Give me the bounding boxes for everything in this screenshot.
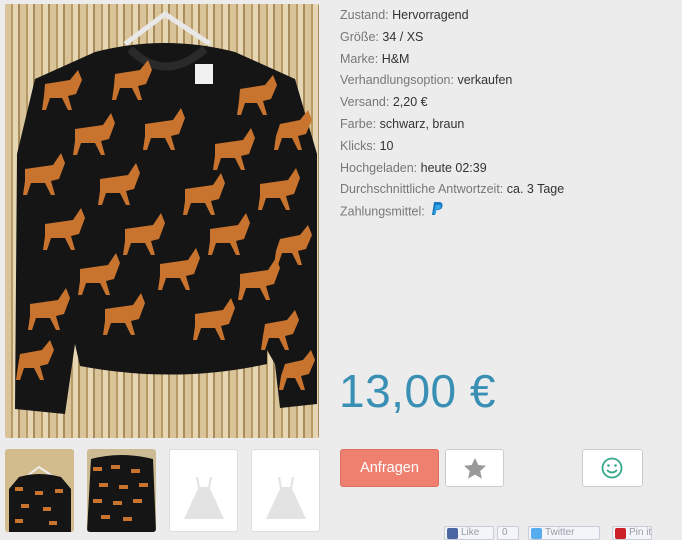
detail-value: 10 [379,138,394,153]
detail-brand: Marke: H&M [340,49,670,71]
detail-value: H&M [381,51,410,66]
thumbnail-placeholder-2[interactable] [251,449,320,532]
detail-response-time: Durchschnittliche Antwortzeit: ca. 3 Tag… [340,179,670,201]
detail-uploaded: Hochgeladen: heute 02:39 [340,158,670,180]
like-count: 0 [497,526,519,540]
detail-label: Verhandlungsoption: [340,73,454,88]
pinterest-button[interactable]: Pin it [612,526,652,540]
detail-label: Zahlungsmittel: [340,204,425,219]
detail-value: verkaufen [457,73,513,88]
thumbnail-2[interactable] [87,449,156,532]
detail-value: ca. 3 Tage [506,182,565,197]
detail-value: 2,20 € [392,95,428,110]
detail-value: schwarz, braun [379,116,465,131]
product-main-image[interactable] [5,4,319,438]
detail-value: 34 / XS [382,29,424,44]
detail-size: Größe: 34 / XS [340,27,670,49]
price: 13,00 € [339,365,496,417]
detail-clicks: Klicks: 10 [340,136,670,158]
detail-value: heute 02:39 [420,160,487,175]
detail-negotiation: Verhandlungsoption: verkaufen [340,70,670,92]
facebook-like-button[interactable]: Like [444,526,494,540]
product-details: Zustand: Hervorragend Größe: 34 / XS Mar… [340,5,670,224]
like-label: Like [461,527,480,538]
dress-icon [266,477,306,519]
thumbnail-1[interactable] [5,449,74,532]
twitter-button[interactable]: Twitter [528,526,600,540]
detail-label: Größe: [340,29,379,44]
thumbnail-placeholder-1[interactable] [169,449,238,532]
detail-payment: Zahlungsmittel: [340,201,670,224]
detail-label: Hochgeladen: [340,160,418,175]
detail-label: Zustand: [340,8,389,22]
like-count-value: 0 [502,527,508,538]
smiley-icon [601,457,623,479]
detail-color: Farbe: schwarz, braun [340,114,670,136]
request-button[interactable]: Anfragen [340,449,439,487]
detail-label: Farbe: [340,116,377,131]
detail-label: Versand: [340,95,390,110]
pinterest-icon [615,528,626,539]
facebook-icon [447,528,458,539]
twitter-label: Twitter [545,527,575,538]
paypal-icon [431,201,445,224]
detail-label: Klicks: [340,138,377,153]
detail-label: Durchschnittliche Antwortzeit: [340,182,504,197]
detail-shipping: Versand: 2,20 € [340,92,670,114]
detail-value: Hervorragend [392,8,469,22]
feedback-button[interactable] [582,449,643,487]
detail-condition: Zustand: Hervorragend [340,5,670,27]
favorite-button[interactable] [445,449,504,487]
dress-icon [184,477,224,519]
detail-label: Marke: [340,51,379,66]
pin-label: Pin it [629,527,652,538]
twitter-icon [531,528,542,539]
star-icon [464,458,486,479]
